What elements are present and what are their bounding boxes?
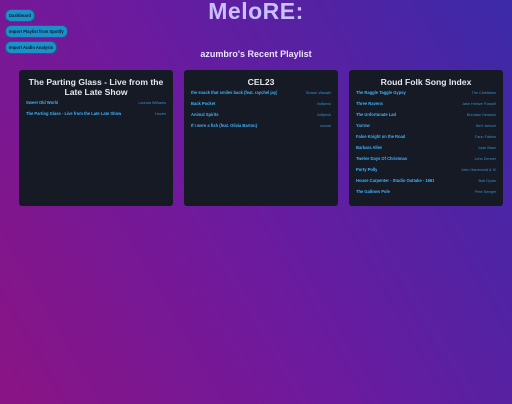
track-name[interactable]: The Raggle Taggle Gypsy — [356, 90, 406, 95]
track-name[interactable]: the snack that smiles back (feat. rayche… — [191, 90, 277, 95]
track-name[interactable]: Sweet Old World — [26, 100, 58, 105]
playlist-card: CEL23 the snack that smiles back (feat. … — [184, 70, 338, 206]
playlist-cards: The Parting Glass - Live from the Late L… — [19, 70, 503, 206]
track-name[interactable]: House Carpenter - Studio Outtake - 1961 — [356, 178, 434, 183]
track-artist: Jake Heinze Fussell — [462, 102, 496, 106]
playlist-title[interactable]: The Parting Glass - Live from the Late L… — [26, 77, 166, 97]
playlist-title[interactable]: Roud Folk Song Index — [356, 77, 496, 87]
playlist-title[interactable]: CEL23 — [191, 77, 331, 87]
track-row: Yarrow Bert Jansch — [356, 123, 496, 134]
track-row: If I were a fish (feat. Olivia Barton) c… — [191, 123, 331, 134]
track-name[interactable]: Barbara Allen — [356, 145, 382, 150]
track-name[interactable]: Back Pocket — [191, 101, 215, 106]
import-spotify-playlist-button[interactable]: Import Playlist from Spotify — [5, 25, 68, 38]
playlist-card: The Parting Glass - Live from the Late L… — [19, 70, 173, 206]
track-name[interactable]: False Knight on the Road — [356, 134, 405, 139]
track-row: Sweet Old World Lucinda Williams — [26, 100, 166, 111]
track-name[interactable]: The Parting Glass - Live from the Late L… — [26, 111, 121, 116]
track-artist: Pete Seeger — [474, 190, 496, 194]
track-row: The Unfortunate Lad Brendan Dewson — [356, 112, 496, 123]
track-row: Barbara Allen Joan Baez — [356, 145, 496, 156]
playlist-card: Roud Folk Song Index The Raggle Taggle G… — [349, 70, 503, 206]
track-row: the snack that smiles back (feat. rayche… — [191, 90, 331, 101]
track-name[interactable]: Twelve Days Of Christmas — [356, 156, 407, 161]
track-name[interactable]: The Unfortunate Lad — [356, 112, 396, 117]
track-artist: Lucinda Williams — [137, 101, 167, 105]
track-row: Three Ravens Jake Heinze Fussell — [356, 101, 496, 112]
track-name[interactable]: Animal Spirits — [191, 112, 219, 117]
track-artist: Hozier — [155, 112, 166, 116]
track-artist: John Denver — [474, 157, 496, 161]
track-artist: Brendan Dewson — [466, 113, 496, 117]
track-artist: Joan Baez — [478, 146, 496, 150]
recent-playlist-heading: azumbro's Recent Playlist — [200, 49, 312, 59]
track-name[interactable]: The Gallows Pole — [356, 189, 390, 194]
track-row: The Raggle Taggle Gypsy The Chieftains — [356, 90, 496, 101]
track-row: Animal Spirits Vulfpeck — [191, 112, 331, 123]
track-artist: Vulfpeck — [316, 102, 331, 106]
track-row: The Gallows Pole Pete Seeger — [356, 189, 496, 200]
track-row: Purty Polly John Hammond & Ki — [356, 167, 496, 178]
track-list: Sweet Old World Lucinda Williams The Par… — [26, 100, 166, 122]
track-artist: Shawn Wasabi — [305, 91, 331, 95]
track-artist: corook — [319, 124, 331, 128]
track-name[interactable]: Yarrow — [356, 123, 370, 128]
track-artist: Bob Dylan — [478, 179, 496, 183]
track-row: Back Pocket Vulfpeck — [191, 101, 331, 112]
track-name[interactable]: If I were a fish (feat. Olivia Barton) — [191, 123, 257, 128]
track-row: False Knight on the Road Faun Fables — [356, 134, 496, 145]
track-list: The Raggle Taggle Gypsy The Chieftains T… — [356, 90, 496, 200]
track-row: The Parting Glass - Live from the Late L… — [26, 111, 166, 122]
track-artist: John Hammond & Ki — [461, 168, 496, 172]
app-title: MeloRE: — [208, 0, 304, 24]
track-list: the snack that smiles back (feat. rayche… — [191, 90, 331, 134]
track-row: House Carpenter - Studio Outtake - 1961 … — [356, 178, 496, 189]
track-row: Twelve Days Of Christmas John Denver — [356, 156, 496, 167]
track-artist: The Chieftains — [471, 91, 496, 95]
track-name[interactable]: Purty Polly — [356, 167, 377, 172]
track-artist: Faun Fables — [474, 135, 496, 139]
track-artist: Vulfpeck — [316, 113, 331, 117]
track-artist: Bert Jansch — [475, 124, 496, 128]
track-name[interactable]: Three Ravens — [356, 101, 383, 106]
